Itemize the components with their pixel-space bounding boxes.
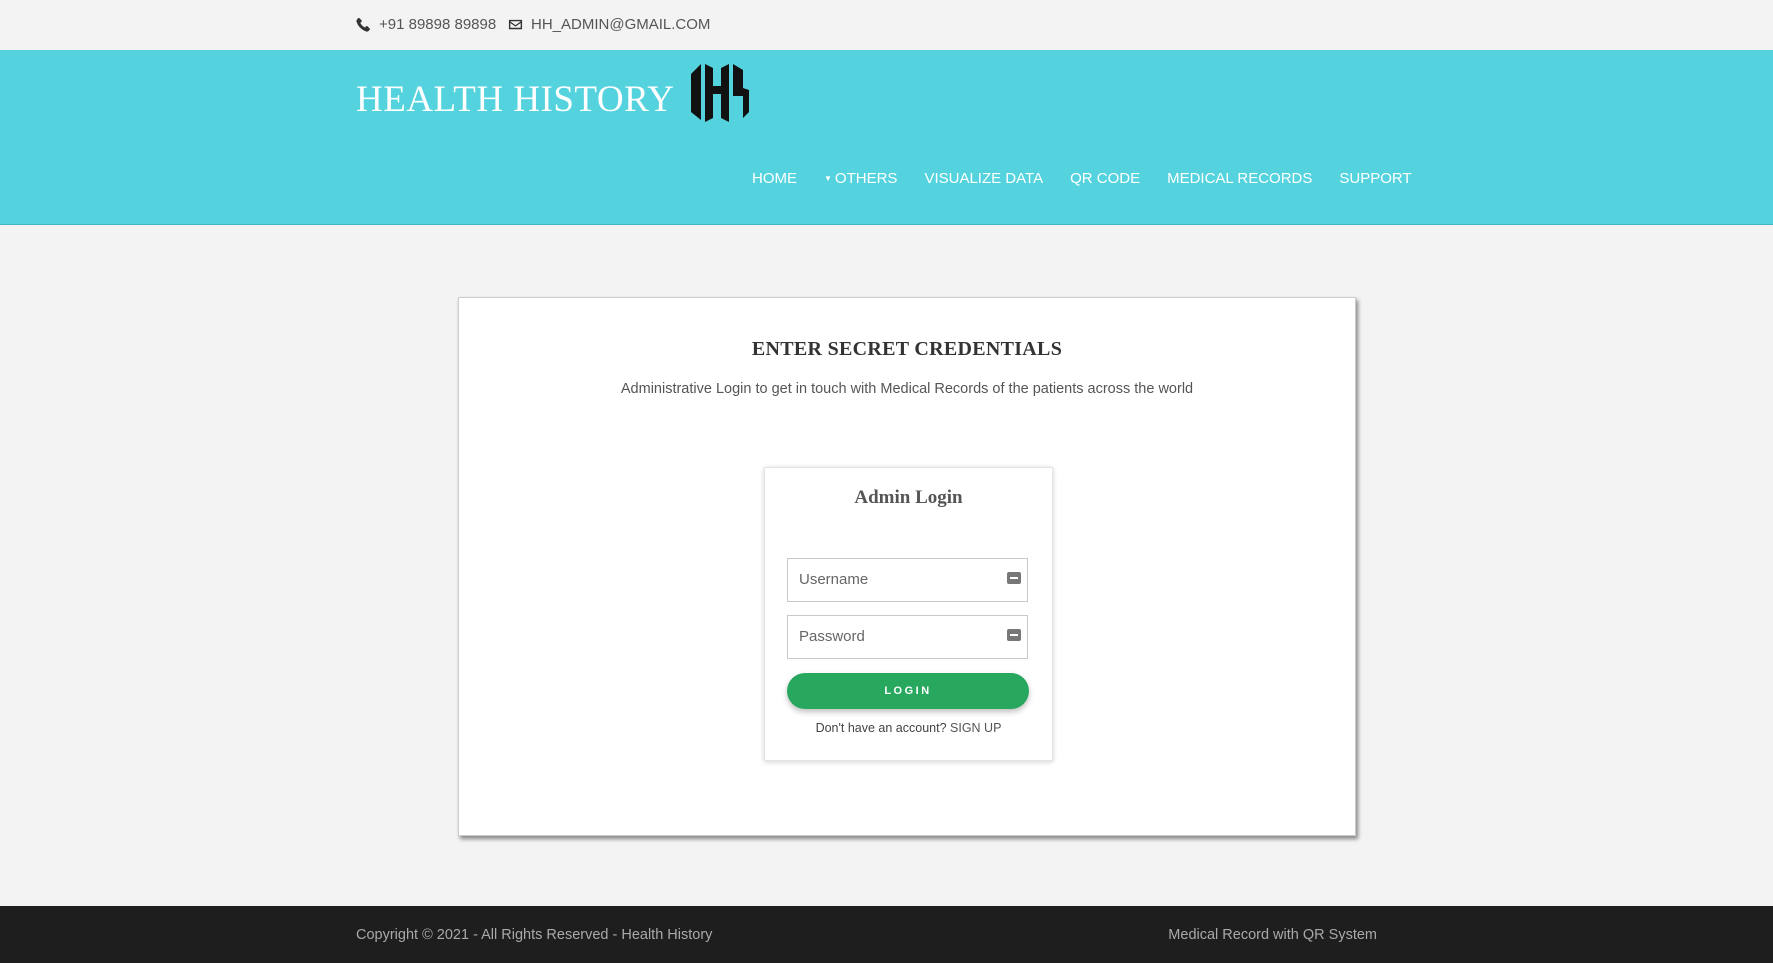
nav-visualize-data[interactable]: VISUALIZE DATA — [924, 170, 1043, 187]
phone-icon — [356, 17, 370, 32]
envelope-icon — [508, 19, 523, 30]
username-field — [787, 558, 1028, 602]
nav-others-label: OTHERS — [834, 170, 898, 187]
signup-prompt: Don't have an account? — [815, 721, 947, 735]
main-nav: HOME ▼ OTHERS VISUALIZE DATA QR CODE MEDI… — [752, 170, 1439, 187]
brand-title[interactable]: HEALTH HISTORY — [356, 78, 674, 121]
username-input[interactable] — [788, 559, 999, 599]
nav-qr-code-label: QR CODE — [1070, 170, 1141, 187]
nav-medical-records-label: MEDICAL RECORDS — [1167, 170, 1313, 187]
hh-logo[interactable] — [687, 62, 753, 124]
nav-medical-records[interactable]: MEDICAL RECORDS — [1167, 170, 1312, 187]
nav-home-label: HOME — [752, 170, 797, 187]
credentials-card: ENTER SECRET CREDENTIALS Administrative … — [458, 297, 1356, 836]
page-subtitle: Administrative Login to get in touch wit… — [620, 381, 1194, 397]
nav-qr-code[interactable]: QR CODE — [1070, 170, 1140, 187]
site-footer: Copyright © 2021 - All Rights Reserved -… — [0, 906, 1773, 963]
site-header: HEALTH HISTORY HOME ▼ OTHERS VISUALIZE DA… — [0, 50, 1773, 225]
login-button[interactable]: LOGIN — [787, 673, 1029, 709]
copyright-text: Copyright © 2021 - All Rights Reserved -… — [356, 927, 713, 943]
phone-number: +91 89898 89898 — [379, 16, 497, 33]
nav-visualize-data-label: VISUALIZE DATA — [924, 170, 1044, 187]
password-field — [787, 615, 1028, 659]
keyboard-icon[interactable] — [1007, 572, 1021, 584]
signup-link[interactable]: SIGN UP — [950, 721, 1001, 735]
contact-bar: +91 89898 89898 HH_ADMIN@GMAIL.COM — [0, 0, 1773, 50]
caret-down-icon: ▼ — [824, 174, 832, 183]
footer-tagline: Medical Record with QR System — [1168, 927, 1377, 943]
keyboard-icon[interactable] — [1007, 629, 1021, 641]
nav-others[interactable]: ▼ OTHERS — [824, 170, 897, 187]
email-address: HH_ADMIN@GMAIL.COM — [531, 16, 711, 33]
phone-contact: +91 89898 89898 — [356, 16, 496, 33]
login-title: Admin Login — [854, 487, 963, 508]
admin-login-form: Admin Login LOGIN Don't have an account?… — [764, 467, 1053, 761]
password-input[interactable] — [788, 616, 999, 656]
signup-row: Don't have an account? SIGN UP — [765, 721, 1052, 735]
nav-support[interactable]: SUPPORT — [1339, 170, 1411, 187]
nav-support-label: SUPPORT — [1339, 170, 1412, 187]
page-title: ENTER SECRET CREDENTIALS — [751, 338, 1063, 360]
email-contact: HH_ADMIN@GMAIL.COM — [508, 16, 710, 33]
nav-home[interactable]: HOME — [752, 170, 797, 187]
